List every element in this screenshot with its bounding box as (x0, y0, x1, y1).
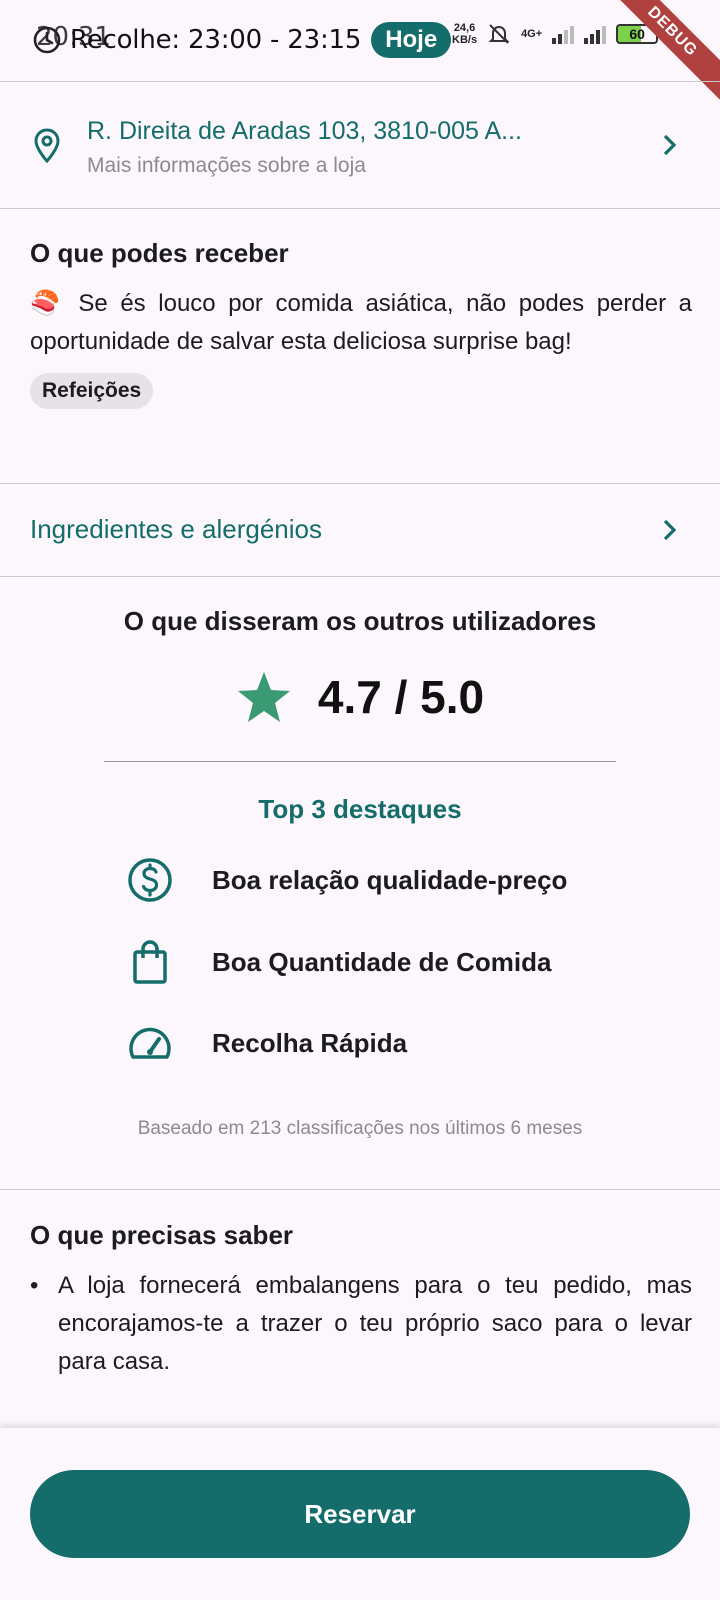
chevron-right-icon (663, 134, 677, 156)
bullet-marker: • (30, 1272, 39, 1299)
store-address: R. Direita de Aradas 103, 3810-005 A... (87, 117, 522, 145)
highlight-label: Boa Quantidade de Comida (212, 946, 552, 977)
category-chip: Refeições (30, 373, 154, 409)
ingredients-allergens-row[interactable]: Ingredientes e alergénios (0, 484, 720, 576)
store-more-info: Mais informações sobre a loja (87, 154, 366, 177)
status-bar: 20:31 Recolhe: 23:00 - 23:15 Hoje 24,6 K… (0, 0, 720, 113)
section-title: O que podes receber (30, 238, 289, 268)
what-you-need-to-know-section: O que precisas saber • A loja fornecerá … (30, 1220, 692, 1381)
divider (0, 81, 720, 82)
list-item: • A loja fornecerá embalangens para o te… (30, 1267, 692, 1381)
signal-strength-2-icon (584, 24, 607, 44)
info-text: A loja fornecerá embalangens para o teu … (58, 1272, 692, 1375)
pickup-time-text: Recolhe: 23:00 - 23:15 (70, 25, 362, 55)
store-info-row[interactable]: R. Direita de Aradas 103, 3810-005 A... … (0, 84, 720, 208)
ratings-count-note: Baseado em 213 classificações nos último… (137, 1118, 583, 1139)
sushi-emoji: 🍣 (30, 290, 66, 317)
highlight-item: Recolha Rápida (126, 1019, 407, 1067)
reviews-title: O que disseram os outros utilizadores (123, 606, 597, 636)
divider (0, 1189, 720, 1190)
top-highlights-title: Top 3 destaques (258, 794, 462, 824)
dollar-circle-icon (128, 858, 172, 902)
what-you-can-receive-section: O que podes receber 🍣 Se és louco por co… (30, 238, 692, 409)
shopping-bag-icon (133, 940, 167, 984)
bottom-action-bar: Reservar (0, 1428, 720, 1600)
rating-score: 4.7 / 5.0 (317, 671, 485, 723)
mute-bell-icon (488, 24, 510, 44)
divider (0, 576, 720, 577)
ingredients-label: Ingredientes e alergénios (30, 514, 322, 544)
location-pin-icon (34, 128, 60, 164)
highlight-label: Recolha Rápida (212, 1027, 408, 1058)
speedometer-icon (129, 1027, 171, 1059)
today-badge: Hoje (371, 22, 452, 58)
rating-row: 4.7 / 5.0 (0, 670, 720, 724)
signal-strength-icon (552, 24, 575, 44)
bag-description: 🍣 Se és louco por comida asiática, não p… (30, 290, 693, 355)
reserve-button[interactable]: Reservar (30, 1470, 690, 1558)
chevron-right-icon (663, 519, 677, 541)
highlight-label: Boa relação qualidade-preço (212, 864, 568, 895)
network-speed: 24,6 KB/s (452, 22, 478, 46)
highlight-item: Boa relação qualidade-preço (126, 856, 567, 904)
system-icons: 24,6 KB/s 4G+ 60 (452, 22, 659, 46)
highlight-item: Boa Quantidade de Comida (126, 938, 552, 986)
pickup-time-row: Recolhe: 23:00 - 23:15 Hoje (32, 22, 452, 58)
star-icon (237, 672, 290, 722)
clock-icon (33, 26, 61, 54)
section-title: O que precisas saber (30, 1220, 294, 1250)
divider (0, 208, 720, 209)
network-type: 4G+ (521, 28, 543, 40)
rating-divider (104, 761, 616, 762)
